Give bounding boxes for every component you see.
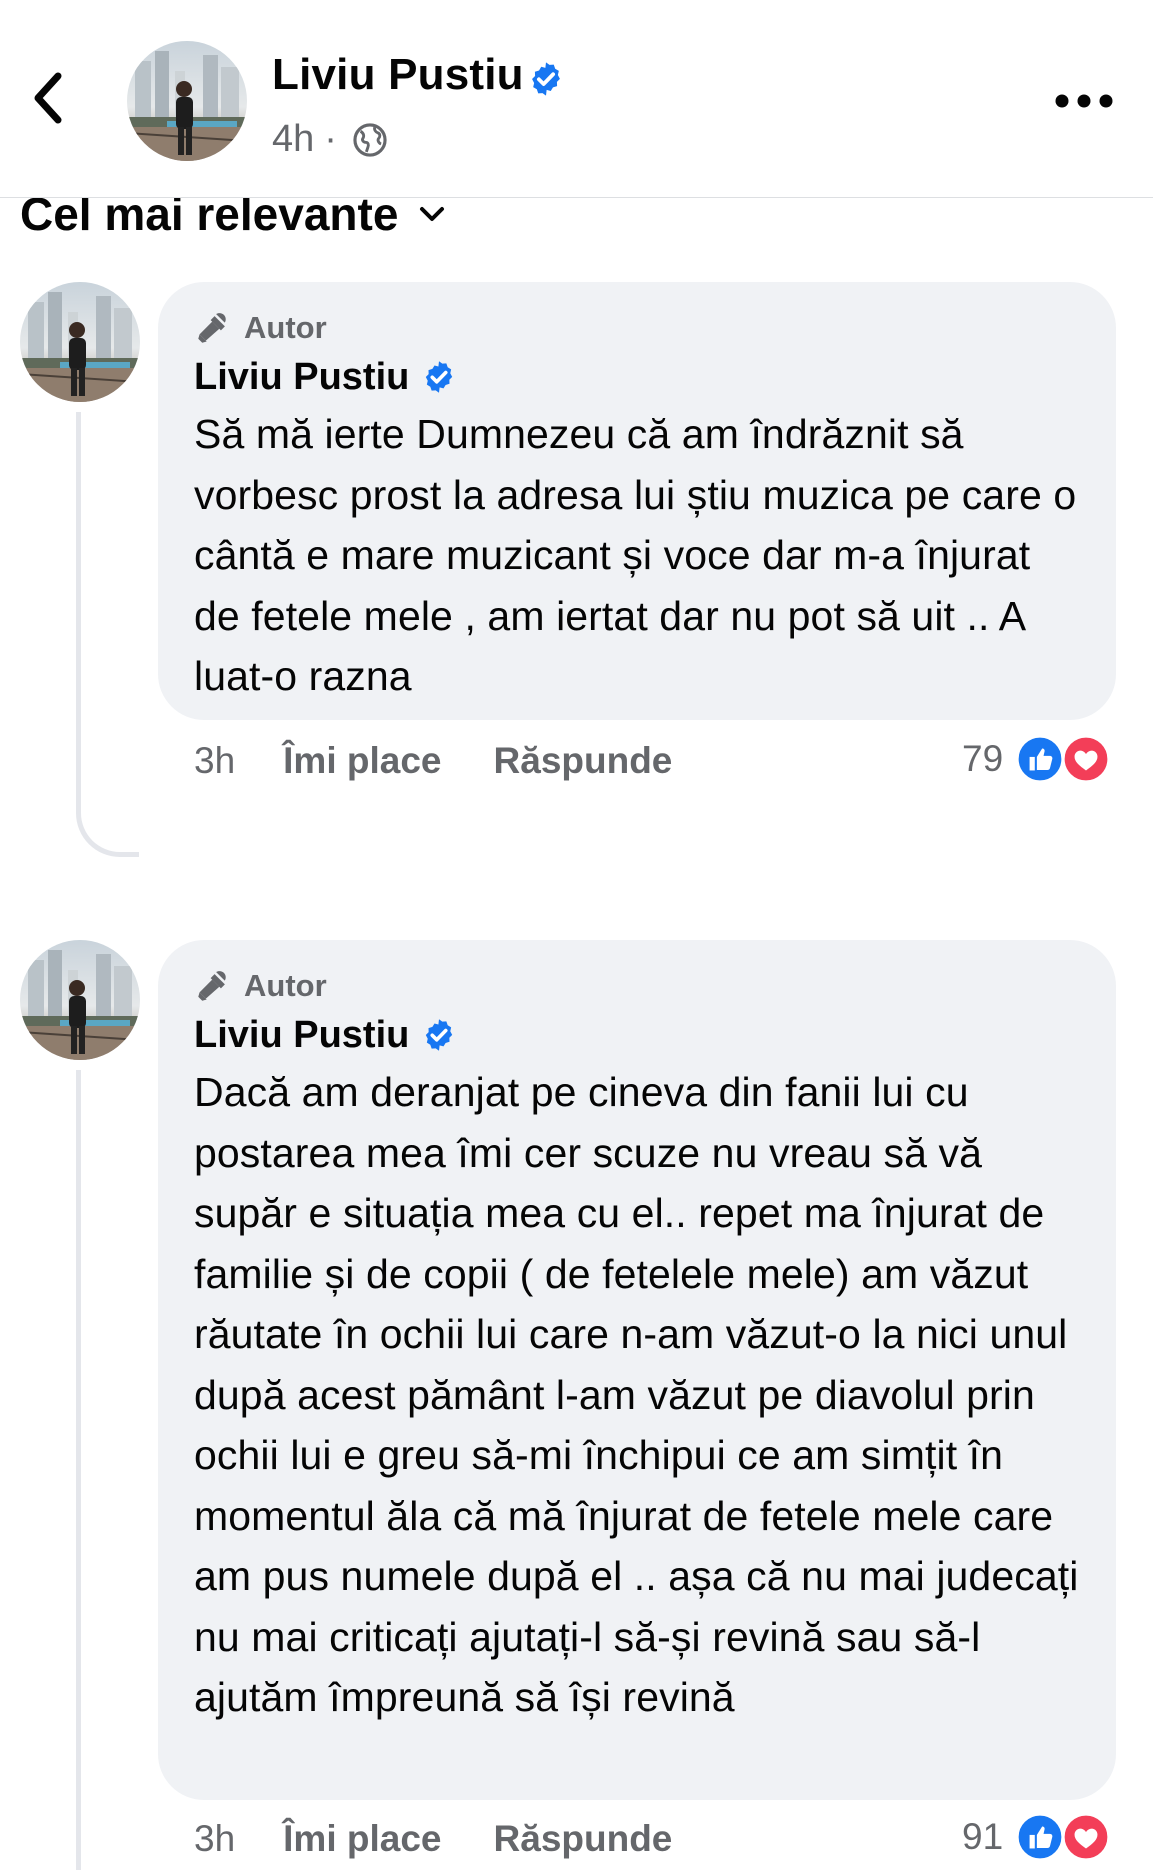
avatar[interactable]: [20, 282, 140, 402]
verified-badge-icon: [421, 1017, 457, 1053]
author-badge-label: Autor: [244, 968, 327, 1003]
comment-bubble: Autor Liviu Pustiu Să mă ierte Dumnezeu …: [158, 282, 1116, 720]
thread-connector: [76, 800, 139, 857]
back-arrow-icon: [34, 72, 62, 124]
reaction-summary[interactable]: 79: [962, 734, 1111, 784]
commenter-name[interactable]: Liviu Pustiu: [194, 1014, 409, 1057]
commenter: Liviu Pustiu: [194, 1012, 1080, 1058]
comment-text: Să mă ierte Dumnezeu că am îndrăznit să …: [194, 411, 1077, 699]
avatar[interactable]: [127, 41, 247, 161]
microphone-icon: [194, 967, 232, 1005]
verified-badge-icon: [421, 359, 457, 395]
reaction-icons: [1015, 734, 1111, 784]
author-name[interactable]: Liviu Pustiu: [272, 50, 524, 100]
avatar[interactable]: [20, 940, 140, 1060]
reaction-summary[interactable]: 91: [962, 1812, 1111, 1862]
globe-icon: [353, 122, 387, 157]
author-badge-label: Autor: [244, 310, 327, 345]
love-reaction-icon: [1061, 734, 1111, 784]
comment-text: Dacă am deranjat pe cineva din fanii lui…: [194, 1069, 1079, 1720]
thread-line: [76, 1070, 81, 1870]
meta-separator: ·: [324, 118, 337, 160]
comment-bubble: Autor Liviu Pustiu Dacă am deranjat pe c…: [158, 940, 1116, 1800]
comment-time[interactable]: 3h: [194, 740, 235, 782]
author-badge: Autor: [194, 966, 1080, 1006]
post-meta: 4h ·: [272, 118, 389, 161]
reaction-count: 79: [962, 738, 1004, 779]
like-button[interactable]: Îmi place: [283, 1818, 441, 1860]
back-button[interactable]: [28, 68, 78, 134]
comment-actions: 3h Îmi place Răspunde: [194, 740, 672, 782]
love-reaction-icon: [1061, 1812, 1111, 1862]
reaction-count: 91: [962, 1816, 1004, 1857]
comment-time[interactable]: 3h: [194, 1818, 235, 1860]
more-options-button[interactable]: [1053, 86, 1115, 116]
commenter-name[interactable]: Liviu Pustiu: [194, 356, 409, 399]
verified-badge-icon: [527, 60, 565, 98]
thread-line: [76, 412, 81, 802]
reply-button[interactable]: Răspunde: [494, 1818, 673, 1860]
microphone-icon: [194, 309, 232, 347]
comment-actions: 3h Îmi place Răspunde: [194, 1818, 672, 1860]
reaction-icons: [1015, 1812, 1111, 1862]
like-reaction-icon: [1015, 734, 1065, 784]
commenter: Liviu Pustiu: [194, 354, 1080, 400]
like-reaction-icon: [1015, 1812, 1065, 1862]
like-button[interactable]: Îmi place: [283, 740, 441, 782]
post-time: 4h: [272, 118, 315, 160]
reply-button[interactable]: Răspunde: [494, 740, 673, 782]
post-header: Liviu Pustiu 4h ·: [0, 0, 1153, 198]
author-badge: Autor: [194, 308, 1080, 348]
chevron-down-icon: [420, 207, 445, 221]
more-options-icon: [1055, 94, 1113, 108]
